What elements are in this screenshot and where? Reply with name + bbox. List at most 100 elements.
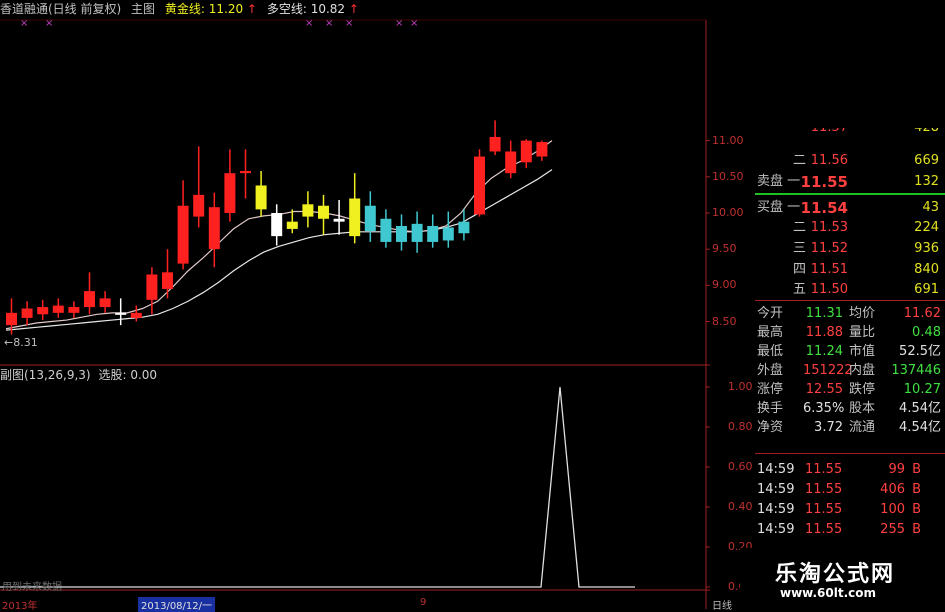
- buy-5-label: 五: [793, 282, 807, 297]
- stat-value: 3.72: [814, 420, 843, 435]
- price-axis-label: 10.00: [712, 205, 744, 219]
- tick-price: 11.55: [805, 462, 843, 477]
- stat-value: 10.27: [903, 382, 941, 397]
- tick-price: 11.55: [805, 502, 843, 517]
- tick-time: 14:59: [757, 482, 795, 497]
- buy-level-3[interactable]: 三 11.52 936: [755, 239, 943, 259]
- sub-axis-label: 0.80: [728, 420, 753, 433]
- candle-body: [255, 185, 267, 210]
- footer-year: 2013年: [2, 601, 38, 612]
- candle-body: [115, 312, 127, 315]
- candle-body: [505, 151, 517, 174]
- candle-body: [37, 307, 49, 315]
- price-axis-label: 9.00: [712, 278, 737, 292]
- stat-label: 最高: [757, 325, 784, 340]
- stat-row: 涨停 12.55 跌停 10.27: [755, 381, 943, 399]
- candle-body: [349, 198, 361, 237]
- sell-1-label: 卖盘 一: [757, 174, 801, 189]
- stat-row: 净资 3.72 流通 4.54亿: [755, 419, 943, 437]
- tick-price: 11.55: [805, 482, 843, 497]
- watermark-title: 乐淘公式网: [775, 562, 896, 587]
- candle-body: [52, 305, 64, 313]
- sell-level-2[interactable]: 二 11.56 669: [755, 151, 943, 171]
- tick-side: B: [912, 522, 921, 537]
- buy-5-vol: 691: [914, 282, 939, 297]
- stat-label: 量比: [849, 325, 876, 340]
- candle-body: [474, 156, 485, 215]
- price-axis-label: 9.50: [712, 242, 737, 256]
- candle-body: [318, 205, 329, 219]
- footer-date[interactable]: 2013/08/12/一: [138, 597, 216, 612]
- signal-marker: ×: [305, 18, 313, 29]
- divider: [755, 300, 945, 301]
- stat-value: 12.55: [805, 382, 843, 397]
- tick-row[interactable]: 14:59 11.55 99 B: [755, 460, 943, 480]
- candle-body: [302, 204, 314, 217]
- stat-label: 换手: [757, 401, 784, 416]
- candle-body: [193, 194, 205, 217]
- price-axis-label: 11.00: [712, 133, 744, 147]
- buy-4-price: 11.51: [810, 262, 848, 277]
- buy-3-vol: 936: [914, 241, 939, 256]
- candle-body: [380, 218, 392, 242]
- stat-row: 最低 11.24 市值 52.5亿: [755, 343, 943, 361]
- signal-marker: ×: [410, 18, 418, 29]
- gold-line-label: 黄金线:: [164, 2, 205, 16]
- buy-1-vol: 43: [922, 200, 939, 215]
- candle-body: [162, 272, 173, 289]
- tick-price: 11.55: [805, 522, 843, 537]
- bull-bear-line-label: 多空线:: [266, 2, 307, 16]
- buy-2-vol: 224: [914, 220, 939, 235]
- sub-axis-label: 1.00: [728, 380, 753, 393]
- tick-row[interactable]: 14:59 11.55 255 B: [755, 520, 943, 540]
- candle-body: [68, 307, 80, 313]
- tick-time: 14:59: [757, 462, 795, 477]
- candle-body: [84, 291, 95, 308]
- buy-2-price: 11.53: [810, 220, 848, 235]
- sell-3-price: 11.57: [811, 128, 848, 138]
- tick-row[interactable]: 14:59 11.55 100 B: [755, 500, 943, 520]
- stat-value: 6.35%: [803, 401, 845, 416]
- sub-axis-label: 0.60: [728, 460, 753, 473]
- kline-chart[interactable]: × × × × × × ×: [0, 0, 710, 609]
- candle-body: [99, 298, 111, 308]
- buy-level-5[interactable]: 五 11.50 691: [755, 280, 943, 300]
- candle-body: [21, 308, 33, 318]
- footer-period[interactable]: 日线: [712, 597, 732, 612]
- buy-3-price: 11.52: [810, 241, 848, 256]
- main-chart-label: 主图: [131, 2, 156, 16]
- price-axis-label: 10.50: [712, 169, 744, 183]
- tick-volume: 99: [888, 462, 905, 477]
- sell-1-price: 11.55: [800, 173, 848, 191]
- stat-value: 11.88: [805, 325, 843, 340]
- sub-chart-title: 副图(13,26,9,3): [0, 368, 91, 382]
- candle-body: [271, 212, 283, 237]
- tick-list[interactable]: 14:59 11.55 99 B 14:59 11.55 406 B 14:59 1…: [755, 458, 945, 558]
- signal-marker: ×: [345, 18, 353, 29]
- sell-level-1[interactable]: 卖盘 一 11.55 132: [755, 172, 943, 192]
- buy-1-label: 买盘 一: [757, 200, 801, 215]
- stat-label: 内盘: [849, 363, 876, 378]
- tick-row[interactable]: 14:59 11.55 406 B: [755, 480, 943, 500]
- buy-level-2[interactable]: 二 11.53 224: [755, 218, 943, 238]
- stat-label: 股本: [849, 401, 876, 416]
- sub-chart-header: 副图(13,26,9,3) 选股: 0.00: [0, 366, 157, 383]
- future-data-note: 用到未来数据: [2, 582, 62, 593]
- select-label: 选股:: [98, 368, 127, 382]
- stat-value: 11.31: [805, 306, 843, 321]
- gold-line-arrow: ↑: [246, 2, 257, 16]
- sell-3-vol: 428: [914, 128, 939, 138]
- candle-body: [6, 312, 17, 326]
- stat-value: 4.54亿: [899, 401, 941, 416]
- buy-4-label: 四: [793, 262, 807, 277]
- sell-2-vol: 669: [914, 153, 939, 168]
- sell-2-price: 11.56: [810, 153, 848, 168]
- stat-value: 11.62: [903, 306, 941, 321]
- buy-1-price: 11.54: [800, 199, 848, 217]
- candle-body: [224, 173, 236, 213]
- buy-level-1[interactable]: 买盘 一 11.54 43: [755, 198, 943, 218]
- stat-label: 流通: [849, 420, 876, 435]
- buy-level-4[interactable]: 四 11.51 840: [755, 260, 943, 280]
- candle-body: [489, 137, 501, 152]
- stock-title: 香道融通(日线 前复权): [0, 2, 122, 16]
